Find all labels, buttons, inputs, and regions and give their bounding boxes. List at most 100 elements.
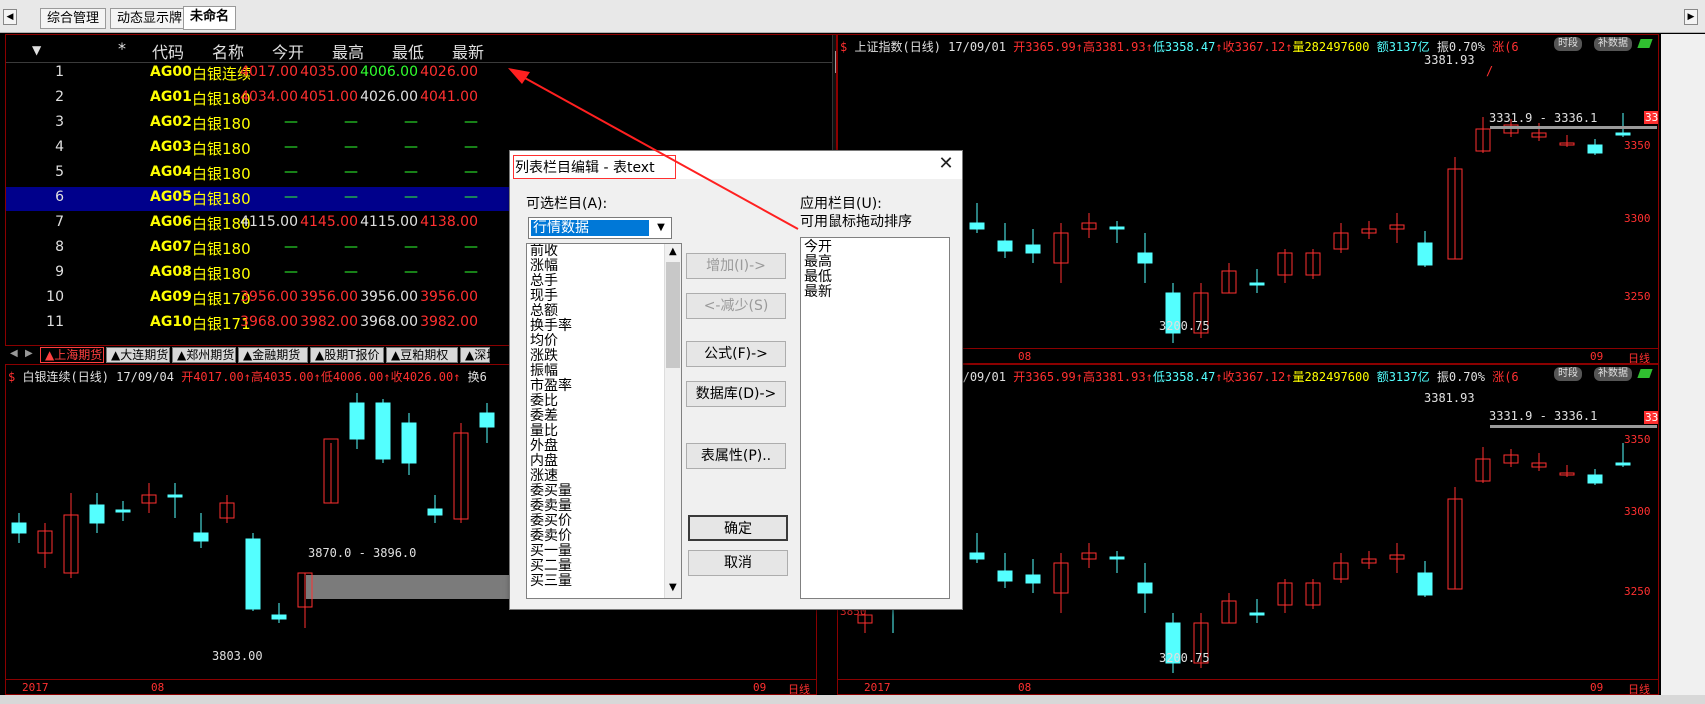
cell-high: 3982.00	[300, 314, 358, 330]
list-item[interactable]: 最高	[801, 255, 947, 270]
applied-columns-list[interactable]: 今开 最高 最低 最新	[800, 237, 950, 599]
list-item[interactable]: 内盘	[527, 454, 663, 469]
tab-scroll-left-icon[interactable]: ◀	[3, 9, 17, 25]
right-bottom-y-axis-line	[1658, 365, 1659, 695]
list-item[interactable]: 振幅	[527, 364, 663, 379]
list-item[interactable]: 买三量	[527, 574, 663, 589]
list-item[interactable]: 买一量	[527, 544, 663, 559]
header-star[interactable]: *	[118, 39, 126, 58]
list-item[interactable]: 换手率	[527, 319, 663, 334]
candle-body	[1137, 252, 1153, 264]
cell-open: 4115.00	[240, 214, 298, 230]
status-bar	[0, 695, 1705, 704]
scroll-up-icon[interactable]: ▲	[669, 246, 677, 257]
cell-high: 3956.00	[300, 289, 358, 305]
list-item[interactable]: 委卖量	[527, 499, 663, 514]
list-item[interactable]: 委卖价	[527, 529, 663, 544]
scroll-down-icon[interactable]: ▼	[669, 582, 677, 593]
list-item[interactable]: 涨速	[527, 469, 663, 484]
available-scroll-thumb[interactable]	[666, 262, 680, 368]
right-top-x-09: 09	[1590, 350, 1604, 363]
list-item[interactable]: 总额	[527, 304, 663, 319]
table-row[interactable]: 2AG01白银18014034.004051.004026.004041.00	[6, 87, 836, 111]
market-tab[interactable]: ▲深圳	[460, 347, 498, 363]
tab-untitled[interactable]: 未命名	[183, 6, 237, 30]
remove-button[interactable]: <-减少(S)	[686, 293, 786, 319]
cell-low: 3956.00	[360, 289, 418, 305]
candle-body	[1587, 144, 1603, 154]
list-item[interactable]: 委买量	[527, 484, 663, 499]
market-tab[interactable]: ▲大连期货	[106, 347, 170, 363]
list-item[interactable]: 外盘	[527, 439, 663, 454]
left-range-band	[306, 575, 516, 599]
list-item[interactable]: 最低	[801, 270, 947, 285]
market-tab-prev-icon[interactable]: ◀	[10, 348, 18, 359]
table-row[interactable]: 3AG02白银1802————	[6, 112, 836, 136]
right-top-range-band	[1490, 126, 1657, 129]
candle-body	[1249, 282, 1265, 286]
header-last[interactable]: 最新	[452, 39, 484, 63]
database-button[interactable]: 数据库(D)->	[686, 381, 786, 407]
ok-button[interactable]: 确定	[688, 515, 788, 541]
available-columns-list[interactable]: 前收 涨幅 总手 现手 总额 换手率 均价 涨跌 振幅 市盈率 委比 委差 量比 外盘 内盘 涨速 委买量 委卖量…	[526, 243, 682, 599]
available-list-scrollbar[interactable]: ▲ ▼	[664, 244, 681, 598]
list-item[interactable]: 量比	[527, 424, 663, 439]
cancel-button[interactable]: 取消	[688, 550, 788, 576]
list-item[interactable]: 委差	[527, 409, 663, 424]
market-tab[interactable]: ▲豆粕期权	[386, 347, 458, 363]
header-name[interactable]: 名称	[212, 39, 244, 63]
cell-code: AG09	[150, 289, 192, 305]
market-tab[interactable]: ▲上海期货	[40, 347, 104, 363]
list-item[interactable]: 总手	[527, 274, 663, 289]
table-row[interactable]: 1 AG00 白银连续 4017.00 4035.00 4006.00 4026.00	[6, 62, 836, 86]
candle-body	[349, 402, 365, 440]
candle-body	[89, 504, 105, 524]
list-item[interactable]: 涨跌	[527, 349, 663, 364]
right-bottom-swing: 振0.70%	[1436, 370, 1485, 384]
right-top-low-note: 3200.75	[1159, 319, 1210, 333]
left-x-label-08: 08	[151, 681, 165, 694]
list-item[interactable]: 委比	[527, 394, 663, 409]
right-bottom-fill-data-button[interactable]: 补数据	[1594, 367, 1632, 381]
list-item[interactable]: 买二量	[527, 559, 663, 574]
candle-body	[193, 532, 209, 542]
cell-last: 4138.00	[420, 214, 478, 230]
column-menu-icon[interactable]: ▼	[32, 43, 41, 57]
formula-button[interactable]: 公式(F)->	[686, 341, 786, 367]
list-item[interactable]: 委买价	[527, 514, 663, 529]
header-high[interactable]: 最高	[332, 39, 364, 63]
market-tab-next-icon[interactable]: ▶	[25, 348, 33, 359]
list-item[interactable]: 最新	[801, 285, 947, 300]
right-top-fill-data-button[interactable]: 补数据	[1594, 37, 1632, 51]
market-tab[interactable]: ▲郑州期货	[172, 347, 236, 363]
right-bottom-period-button[interactable]: 时段	[1554, 367, 1582, 381]
cell-code: AG08	[150, 264, 192, 280]
candle-body	[1109, 226, 1125, 230]
market-tab[interactable]: ▲股期T报价	[310, 347, 384, 363]
left-x-label-09: 09	[753, 681, 767, 694]
list-item[interactable]: 市盈率	[527, 379, 663, 394]
category-select[interactable]: 行情数据 ▼	[528, 217, 672, 239]
list-item[interactable]: 前收	[527, 244, 663, 259]
add-button[interactable]: 增加(I)->	[686, 253, 786, 279]
right-bottom-change: 涨(6	[1492, 370, 1519, 384]
tab-comprehensive[interactable]: 综合管理	[40, 8, 107, 29]
right-top-change: 涨(6	[1492, 40, 1519, 54]
right-top-period-button[interactable]: 时段	[1554, 37, 1582, 51]
left-x-axis	[6, 679, 816, 680]
header-code[interactable]: 代码	[152, 39, 184, 63]
list-item[interactable]: 涨幅	[527, 259, 663, 274]
tab-scroll-right-icon[interactable]: ▶	[1684, 9, 1698, 25]
market-tab[interactable]: ▲金融期货	[238, 347, 308, 363]
cell-open: —	[284, 164, 298, 180]
header-low[interactable]: 最低	[392, 39, 424, 63]
list-item[interactable]: 现手	[527, 289, 663, 304]
right-bottom-x-year: 2017	[864, 681, 891, 694]
list-item[interactable]: 均价	[527, 334, 663, 349]
header-open[interactable]: 今开	[272, 39, 304, 63]
chevron-down-icon[interactable]: ▼	[652, 219, 670, 237]
list-item[interactable]: 今开	[801, 240, 947, 255]
close-icon[interactable]: ✕	[934, 153, 958, 175]
table-properties-button[interactable]: 表属性(P)..	[686, 443, 786, 469]
tab-dynamic-board[interactable]: 动态显示牌	[110, 8, 190, 29]
